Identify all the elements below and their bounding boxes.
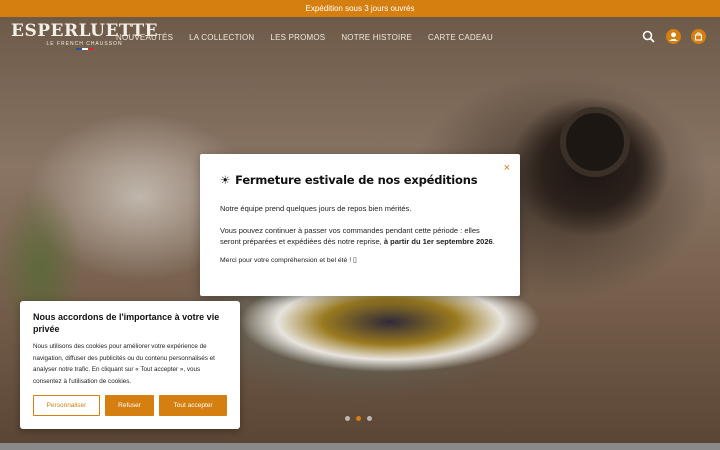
modal-paragraph-1: Notre équipe prend quelques jours de rep… <box>220 204 412 213</box>
main-nav: NOUVEAUTÉS LA COLLECTION LES PROMOS NOTR… <box>116 33 509 42</box>
site-header: ESPERLUETTE LE FRENCH CHAUSSON NOUVEAUTÉ… <box>0 17 720 59</box>
modal-title: ☀ Fermeture estivale de nos expéditions <box>220 173 500 187</box>
user-icon[interactable] <box>666 29 681 44</box>
nav-item-histoire[interactable]: NOTRE HISTOIRE <box>341 33 412 42</box>
header-icons <box>641 29 706 44</box>
close-icon[interactable]: × <box>504 162 510 174</box>
nav-item-carte-cadeau[interactable]: CARTE CADEAU <box>428 33 493 42</box>
nav-item-nouveautes[interactable]: NOUVEAUTÉS <box>116 33 173 42</box>
accept-all-button[interactable]: Tout accepter <box>159 395 227 416</box>
modal-paragraph-2: Vous pouvez continuer à passer vos comma… <box>220 225 500 247</box>
modal-paragraph-3: Merci pour votre compréhension et bel ét… <box>220 257 357 264</box>
customize-button[interactable]: Personnaliser <box>33 395 100 416</box>
cookie-buttons: Personnaliser Refuser Tout accepter <box>33 395 227 416</box>
slider-dots <box>345 416 372 421</box>
summer-closure-modal: × ☀ Fermeture estivale de nos expédition… <box>200 154 520 296</box>
announcement-text: Expédition sous 3 jours ouvrés <box>305 4 415 13</box>
cart-icon[interactable] <box>691 29 706 44</box>
nav-item-promos[interactable]: LES PROMOS <box>270 33 325 42</box>
cookie-banner: Nous accordons de l'importance à votre v… <box>20 301 240 429</box>
nav-item-collection[interactable]: LA COLLECTION <box>189 33 254 42</box>
modal-reopen-date: à partir du 1er septembre 2026 <box>383 237 493 246</box>
cookie-text: Nous utilisons des cookies pour améliore… <box>33 343 215 385</box>
search-icon[interactable] <box>641 29 656 44</box>
announcement-bar: Expédition sous 3 jours ouvrés <box>0 0 720 17</box>
hero-phone-dial <box>560 107 630 177</box>
slider-dot-1[interactable] <box>345 416 350 421</box>
modal-title-text: Fermeture estivale de nos expéditions <box>235 173 478 187</box>
modal-paragraph-2-end: . <box>492 237 495 246</box>
slider-dot-2[interactable] <box>356 416 361 421</box>
sun-icon: ☀ <box>220 173 231 187</box>
refuse-button[interactable]: Refuser <box>104 395 155 416</box>
cookie-title: Nous accordons de l'importance à votre v… <box>33 312 220 334</box>
page-bottom-strip <box>0 443 720 450</box>
flag-icon <box>11 48 158 50</box>
slider-dot-3[interactable] <box>367 416 372 421</box>
